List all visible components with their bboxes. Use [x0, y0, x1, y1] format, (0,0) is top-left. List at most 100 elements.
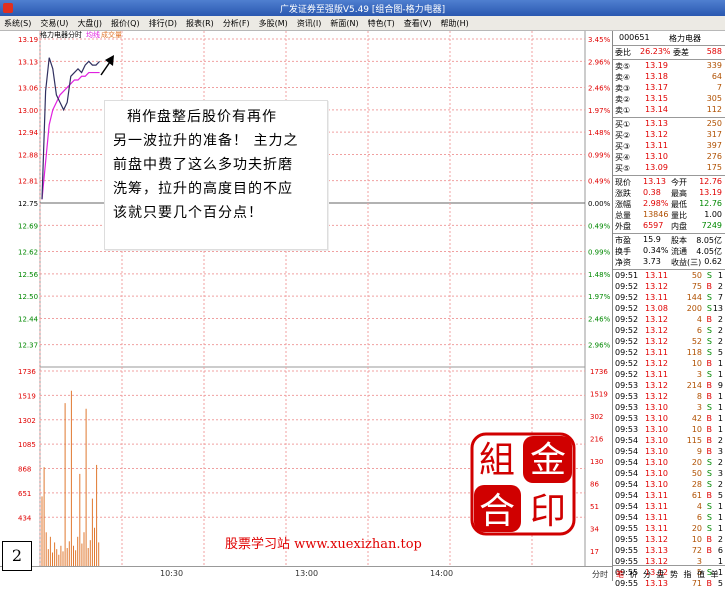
- tick-volume: 6: [696, 513, 702, 522]
- ask-price: 13.19: [645, 61, 668, 70]
- menu-item-10[interactable]: 特色(T): [368, 18, 395, 29]
- tick-time: 09:52: [615, 348, 639, 357]
- chart-mode: 分时: [68, 31, 82, 39]
- tick-count: 1: [717, 359, 723, 368]
- menu-item-8[interactable]: 资讯(I): [297, 18, 322, 29]
- menu-item-0[interactable]: 系统(S): [4, 18, 31, 29]
- price-tick-label: 12.81: [18, 178, 38, 186]
- menu-item-4[interactable]: 排行(D): [149, 18, 177, 29]
- ask-label: 卖④: [615, 73, 631, 82]
- tick-volume: 10: [691, 359, 702, 368]
- ask-row: 卖② 13.15 305: [613, 94, 725, 105]
- weibi-label: 委比: [615, 48, 631, 57]
- volume-tick-right: 86: [590, 481, 599, 489]
- price-tick-label: 12.62: [18, 248, 38, 256]
- fund-row: 净资 3.73 收益(三) 0.62: [613, 257, 725, 268]
- tick-volume: 118: [686, 348, 702, 357]
- panel-divider: [613, 59, 725, 60]
- watermark-text: 股票学习站 www.xuexizhan.top: [225, 537, 422, 552]
- tick-price: 13.12: [645, 381, 668, 390]
- ask-label: 卖①: [615, 106, 631, 115]
- ask-price: 13.14: [645, 105, 668, 114]
- tick-time: 09:52: [615, 326, 639, 335]
- stat-label: 今开: [671, 178, 687, 187]
- panel-divider: [613, 45, 725, 46]
- tick-direction: B: [706, 414, 713, 423]
- panel-tab[interactable]: 盘: [657, 569, 665, 580]
- panel-tab[interactable]: 分: [643, 569, 651, 580]
- tick-count: 5: [717, 491, 723, 500]
- tick-count: 1: [717, 513, 723, 522]
- pct-tick-label: 2.96%: [588, 58, 611, 66]
- menu-item-5[interactable]: 报表(R): [186, 18, 214, 29]
- tick-time: 09:53: [615, 403, 639, 412]
- stat-label: 量比: [671, 211, 687, 220]
- ask-label: 卖②: [615, 95, 631, 104]
- panel-tab[interactable]: 笔: [616, 569, 624, 580]
- tick-price: 13.12: [645, 326, 668, 335]
- tick-direction: B: [706, 436, 713, 445]
- bid-price: 13.12: [645, 130, 668, 139]
- tick-volume: 4: [696, 502, 702, 511]
- tick-time: 09:54: [615, 447, 639, 456]
- tick-time: 09:53: [615, 381, 639, 390]
- bid-row: 买③ 13.11 397: [613, 141, 725, 152]
- pct-tick-label: 0.99%: [588, 152, 611, 160]
- panel-tab[interactable]: 势: [670, 569, 678, 580]
- tick-time: 09:54: [615, 513, 639, 522]
- tick-row: 09:52 13.11 3 S 1: [613, 370, 725, 381]
- stat-value: 1.00: [704, 210, 722, 219]
- tick-price: 13.10: [645, 414, 668, 423]
- panel-divider: [613, 117, 725, 118]
- fund-value: 15.9: [643, 235, 661, 244]
- ask-volume: 7: [716, 83, 722, 92]
- tick-volume: 50: [691, 271, 702, 280]
- panel-tab[interactable]: 价: [630, 569, 638, 580]
- panel-tab[interactable]: 值: [697, 569, 705, 580]
- tick-price: 13.10: [645, 458, 668, 467]
- tick-direction: B: [706, 447, 713, 456]
- menu-item-7[interactable]: 多股(M): [259, 18, 288, 29]
- ask-price: 13.15: [645, 94, 668, 103]
- seal-stamp: 組 金 合 印: [470, 432, 576, 536]
- chart-avg-label: 均线: [86, 31, 100, 39]
- tick-count: 3: [717, 447, 723, 456]
- tick-row: 09:53 13.12 8 B 1: [613, 392, 725, 403]
- tick-direction: B: [706, 392, 713, 401]
- pct-tick-label: 3.45%: [588, 36, 611, 44]
- tick-direction: S: [706, 326, 712, 335]
- tick-direction: S: [706, 513, 712, 522]
- menu-item-3[interactable]: 报价(Q): [111, 18, 140, 29]
- pct-tick-label: 2.46%: [588, 316, 611, 324]
- time-label: 10:30: [160, 569, 184, 578]
- quote-header: 000651 格力电器: [613, 33, 725, 44]
- tick-price: 13.12: [645, 535, 668, 544]
- panel-tab[interactable]: 单: [711, 569, 719, 580]
- tick-time: 09:54: [615, 491, 639, 500]
- fund-label: 净资: [615, 258, 631, 267]
- tick-time: 09:52: [615, 370, 639, 379]
- bid-label: 买②: [615, 131, 631, 140]
- panel-tab[interactable]: 指: [684, 569, 692, 580]
- tick-time: 09:54: [615, 436, 639, 445]
- menu-item-1[interactable]: 交易(U): [40, 18, 68, 29]
- tick-time: 09:52: [615, 304, 639, 313]
- menu-item-2[interactable]: 大盘(J): [77, 18, 102, 29]
- menu-item-12[interactable]: 帮助(H): [441, 18, 469, 29]
- volume-tick-left: 1736: [18, 368, 36, 376]
- menu-item-6[interactable]: 分析(F): [223, 18, 250, 29]
- time-label[interactable]: 分时: [592, 569, 608, 580]
- price-tick-label: 12.69: [18, 222, 38, 230]
- menu-item-11[interactable]: 查看(V): [404, 18, 432, 29]
- tick-direction: S: [706, 271, 712, 280]
- stat-value: 0.38: [643, 188, 661, 197]
- tick-volume: 20: [691, 524, 702, 533]
- volume-tick-right: 51: [590, 503, 599, 511]
- price-line: [41, 57, 101, 200]
- bid-row: 买④ 13.10 276: [613, 152, 725, 163]
- volume-tick-right: 216: [590, 436, 604, 444]
- menu-item-9[interactable]: 新面(N): [330, 18, 358, 29]
- stat-value: 7249: [701, 221, 722, 230]
- volume-tick-left: 1302: [18, 417, 36, 425]
- tick-direction: B: [706, 315, 713, 324]
